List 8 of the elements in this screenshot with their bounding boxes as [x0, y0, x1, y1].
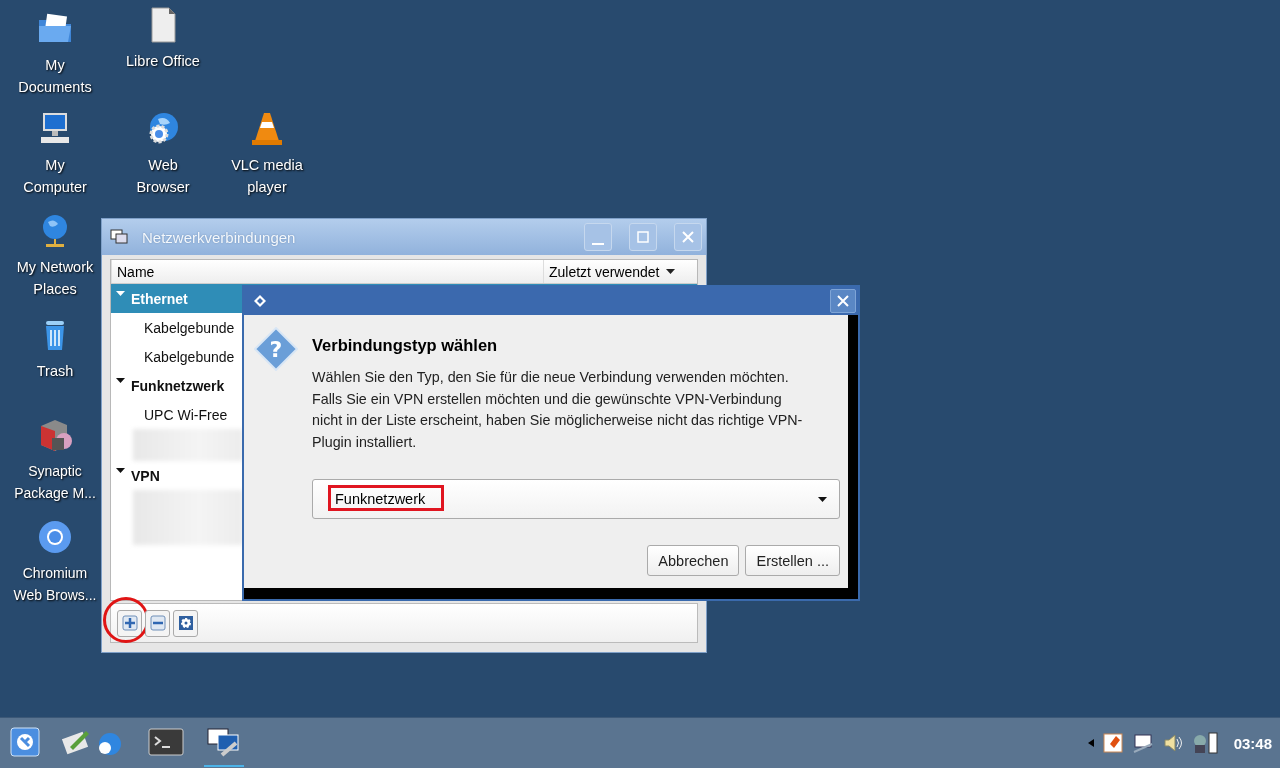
- clock: 03:48: [1233, 734, 1272, 752]
- group-label: Funknetzwerk: [131, 377, 225, 394]
- group-label: Ethernet: [131, 290, 188, 307]
- dialog-heading: Verbindungstyp wählen: [312, 336, 499, 355]
- question-icon: ?: [254, 327, 298, 371]
- dialog-message: Wählen Sie den Typ, den Sie für die neue Verbindung verwenden möchten. Falls Sie ein VPN erstellen möchten und die gewünschte VPN-Verbindung nicht in der Liste erscheint, haben Sie möglicherweise nicht das richtige VPN-Plugin installiert.: [312, 368, 804, 452]
- group-label: VPN: [131, 467, 160, 484]
- window-title: Netzwerkverbindungen: [142, 228, 297, 246]
